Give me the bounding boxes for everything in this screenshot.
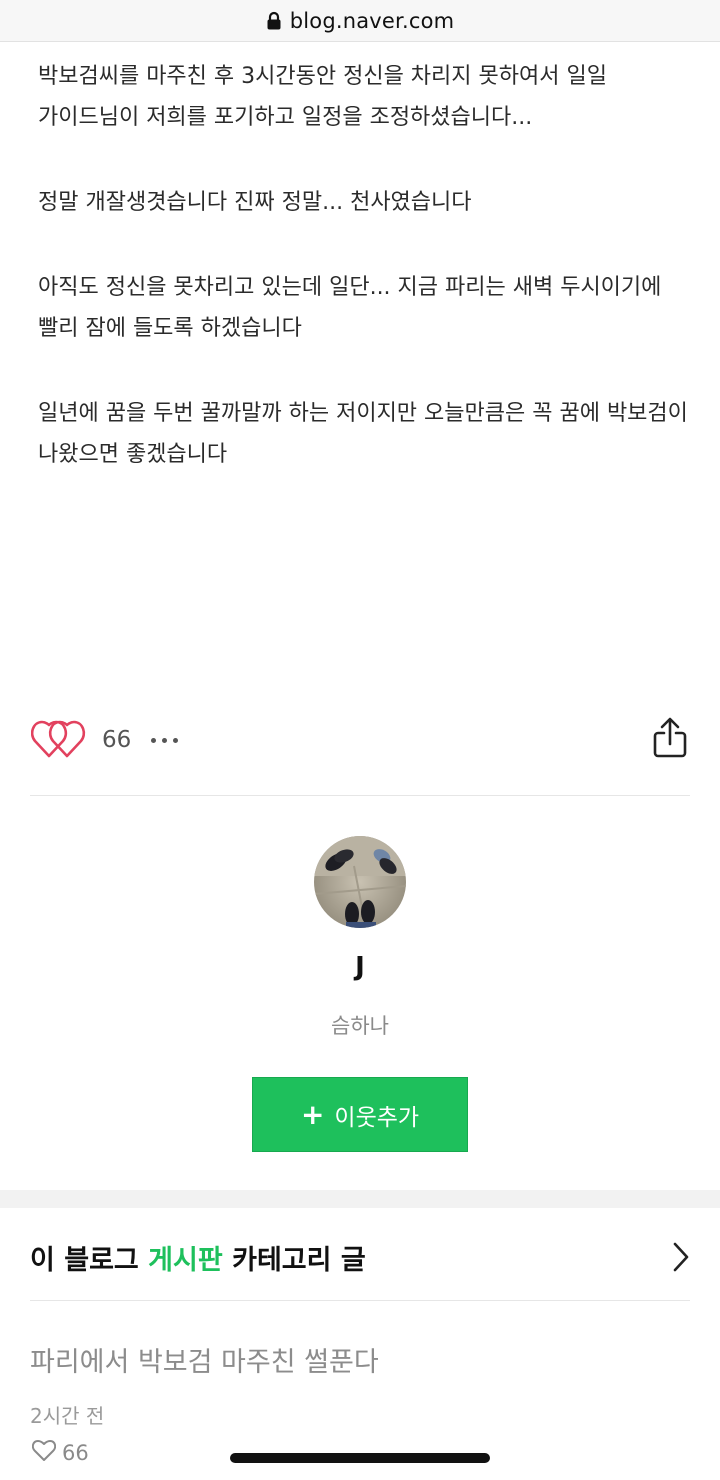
divider [30,795,690,796]
related-post-time: 2시간 전 [30,1404,105,1428]
heart-icon [30,716,93,764]
post-body: 박보검씨를 마주친 후 3시간동안 정신을 차리지 못하여서 일일 가이드님이 … [38,56,688,519]
category-name: 게시판 [148,1244,223,1276]
more-button[interactable] [147,720,182,760]
add-neighbor-label: 이웃추가 [334,1104,420,1131]
like-button[interactable] [30,716,94,764]
more-icon [151,737,157,743]
reactions-bar: 66 [30,712,692,768]
lock-icon [266,11,282,31]
add-neighbor-button[interactable]: + 이웃추가 [252,1077,468,1152]
blog-post-page: blog.naver.com 박보검씨를 마주친 후 3시간동안 정신을 차리지… [0,0,720,1480]
avatar[interactable] [314,836,406,928]
related-post-title[interactable]: 파리에서 박보검 마주친 썰푼다 [30,1340,379,1379]
section-separator [0,1190,720,1208]
chevron-right-icon [668,1237,694,1277]
post-paragraph: 정말 개잘생겻습니다 진짜 정말... 천사였습니다 [38,190,472,215]
plus-icon: + [300,1097,325,1131]
home-indicator[interactable] [230,1453,490,1463]
share-icon [652,717,688,763]
post-paragraph: 박보검씨를 마주친 후 3시간동안 정신을 차리지 못하여서 일일 가이드님이 … [38,64,607,130]
related-post-like-count: 66 [62,1441,89,1465]
post-paragraph: 일년에 꿈을 두번 꿀까말까 하는 저이지만 오늘만큼은 꼭 꿈에 박보검이 나… [38,401,688,467]
category-posts-header[interactable]: 이 블로그 게시판 카테고리 글 [30,1218,694,1296]
share-button[interactable] [648,716,692,764]
post-paragraph: 아직도 정신을 못차리고 있는데 일단... 지금 파리는 새벽 두시이기에 빨… [38,275,662,341]
blogger-subname: 슴하나 [331,1014,389,1038]
category-posts-title: 이 블로그 게시판 카테고리 글 [30,1244,366,1276]
browser-url-bar[interactable]: blog.naver.com [0,0,720,42]
blogger-nickname[interactable]: J [0,952,720,982]
divider [30,1300,690,1301]
like-count: 66 [102,727,132,753]
heart-outline-icon [31,1440,57,1466]
url-domain: blog.naver.com [289,8,455,33]
related-post-likes: 66 [31,1440,89,1466]
